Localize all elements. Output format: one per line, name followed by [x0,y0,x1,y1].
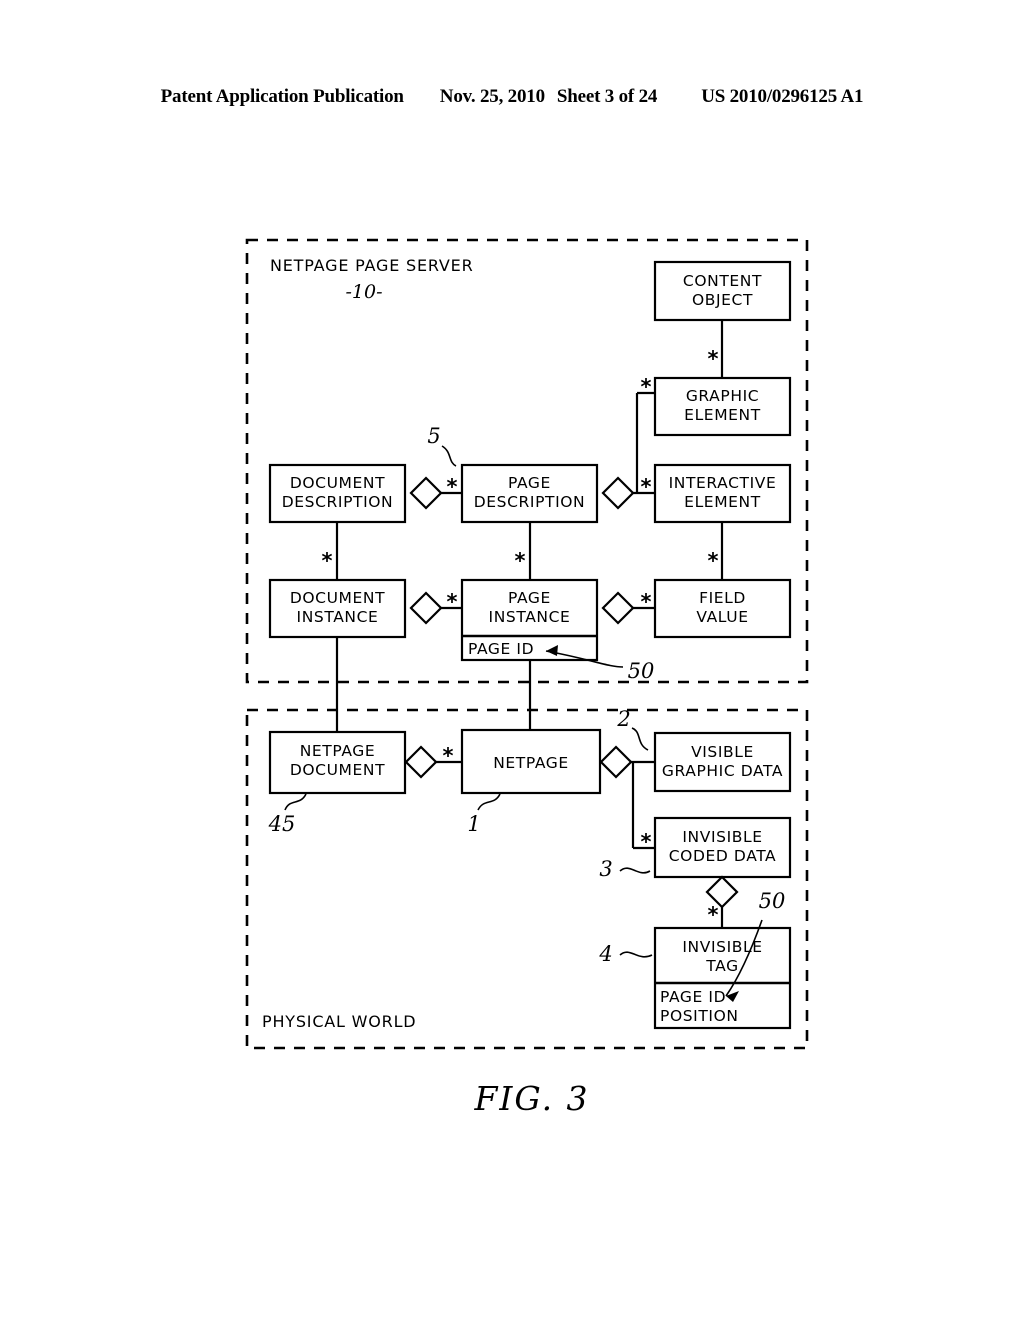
node-field-value-line1: FIELD [699,589,746,607]
region-label-physical-world: PHYSICAL WORLD [262,1012,416,1031]
ref-numeral-4: 4 [598,942,612,966]
multiplicity-coded-to-netpage: * [641,830,652,854]
node-content-object[interactable]: CONTENT OBJECT [653,260,792,322]
node-page-description-line2: DESCRIPTION [474,493,586,511]
node-document-description-line1: DOCUMENT [290,474,385,492]
node-invisible-tag-attribute-page-id: PAGE ID [660,988,726,1006]
ref-numeral-5: 5 [427,424,440,448]
node-page-instance-line2: INSTANCE [489,608,571,626]
aggregation-diamond-page-instance [601,591,635,625]
multiplicity-fieldvalue-to-interactive: * [708,549,719,573]
node-page-instance[interactable]: PAGE INSTANCE PAGE ID [460,578,599,662]
multiplicity-pageinst-to-docinst: * [447,590,458,614]
aggregation-diamond-page-description [601,476,635,510]
leader-ref-2 [631,727,649,751]
ref-numeral-1: 1 [467,812,480,836]
node-document-instance[interactable]: DOCUMENT INSTANCE [268,578,407,639]
leader-ref-45 [284,793,307,811]
node-netpage-document-line1: NETPAGE [300,742,376,760]
multiplicity-content-to-graphic: * [708,347,719,371]
multiplicity-fieldvalue-to-pageinst: * [641,590,652,614]
node-content-object-line1: CONTENT [683,272,762,290]
node-visible-graphic-data[interactable]: VISIBLE GRAPHIC DATA [653,731,792,793]
node-page-instance-attribute-page-id: PAGE ID [468,640,534,658]
node-field-value-line2: VALUE [696,608,748,626]
multiplicity-pageinst-to-pagedesc: * [515,549,526,573]
node-invisible-tag[interactable]: INVISIBLE TAG PAGE ID POSITION [653,926,792,1030]
node-graphic-element[interactable]: GRAPHIC ELEMENT [653,376,792,437]
ref-numeral-45: 45 [268,812,296,836]
ref-numeral-50-page-instance: 50 [628,659,655,683]
ref-numeral-2: 2 [616,707,630,731]
node-interactive-element-line1: INTERACTIVE [669,474,777,492]
figure-caption: FIG. 3 [473,1079,589,1118]
node-interactive-element-line2: ELEMENT [684,493,761,511]
node-invisible-tag-line2: TAG [705,957,738,975]
node-netpage-document[interactable]: NETPAGE DOCUMENT [268,730,407,795]
node-visible-graphic-data-line2: GRAPHIC DATA [662,762,783,780]
multiplicity-tag-to-coded: * [708,903,719,927]
node-document-instance-line2: INSTANCE [297,608,379,626]
aggregation-diamond-netpage-document [404,745,438,779]
node-page-instance-line1: PAGE [508,589,551,607]
node-netpage[interactable]: NETPAGE [460,728,602,795]
node-visible-graphic-data-line1: VISIBLE [691,743,754,761]
node-invisible-tag-line1: INVISIBLE [682,938,762,956]
multiplicity-docinst-to-docdesc: * [322,549,333,573]
node-page-description[interactable]: PAGE DESCRIPTION [460,463,599,524]
leader-ref-3 [619,867,651,874]
node-invisible-coded-data-line2: CODED DATA [669,847,777,865]
node-netpage-line1: NETPAGE [493,754,569,772]
region-label-netpage-page-server: NETPAGE PAGE SERVER [270,256,474,275]
ref-numeral-3: 3 [599,857,612,881]
node-graphic-element-line1: GRAPHIC [686,387,759,405]
multiplicity-graphic-to-page: * [641,375,652,399]
node-invisible-tag-attribute-position: POSITION [660,1007,739,1025]
multiplicity-pagedesc-to-docdesc: * [447,475,458,499]
region-ref-10: -10- [345,281,382,303]
figure-3-diagram: NETPAGE PAGE SERVER -10- PHYSICAL WORLD … [245,238,809,1118]
leader-ref-4 [619,951,653,958]
node-invisible-coded-data-line1: INVISIBLE [682,828,762,846]
node-document-instance-line1: DOCUMENT [290,589,385,607]
aggregation-diamond-document-instance [409,591,443,625]
node-netpage-document-line2: DOCUMENT [290,761,385,779]
node-interactive-element[interactable]: INTERACTIVE ELEMENT [653,463,792,524]
leader-ref-1 [477,793,501,811]
node-field-value[interactable]: FIELD VALUE [653,578,792,639]
node-document-description-line2: DESCRIPTION [282,493,394,511]
ref-numeral-50-invisible-tag: 50 [759,889,786,913]
node-document-description[interactable]: DOCUMENT DESCRIPTION [268,463,407,524]
node-page-description-line1: PAGE [508,474,551,492]
node-graphic-element-line2: ELEMENT [684,406,761,424]
leader-ref-5 [441,445,457,467]
multiplicity-netpage-to-netpagedoc: * [443,744,454,768]
aggregation-diamond-netpage [599,745,633,779]
aggregation-diamond-document-description [409,476,443,510]
node-content-object-line2: OBJECT [692,291,753,309]
node-invisible-coded-data[interactable]: INVISIBLE CODED DATA [653,816,792,879]
multiplicity-interactive-to-page: * [641,475,652,499]
